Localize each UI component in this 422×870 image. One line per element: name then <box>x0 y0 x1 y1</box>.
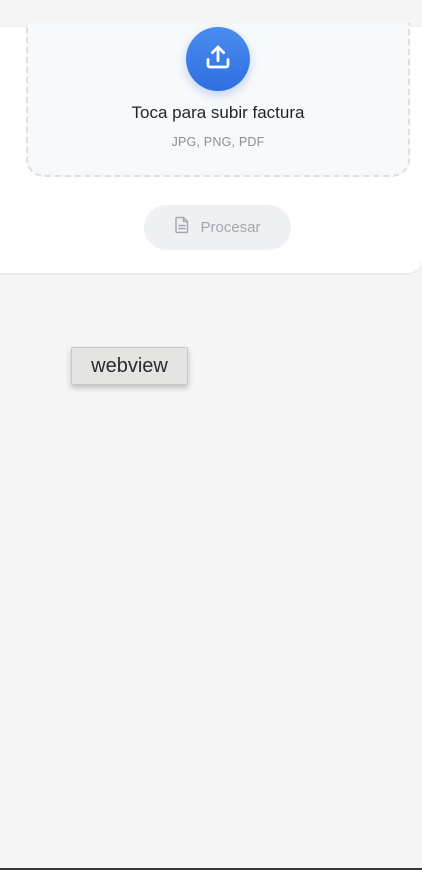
upload-title: Toca para subir factura <box>131 103 305 122</box>
webview-label: webview <box>91 354 168 377</box>
webview-tooltip: webview <box>71 347 188 385</box>
upload-dropzone[interactable]: Toca para subir factura JPG, PNG, PDF <box>26 23 410 177</box>
process-button-label: Procesar <box>200 219 261 236</box>
upload-card: Toca para subir factura JPG, PNG, PDF Pr… <box>0 23 422 274</box>
upload-icon <box>203 42 233 77</box>
document-icon <box>174 216 190 239</box>
upload-formats: JPG, PNG, PDF <box>171 135 265 149</box>
process-button[interactable]: Procesar <box>144 205 291 250</box>
upload-button[interactable] <box>186 27 250 91</box>
